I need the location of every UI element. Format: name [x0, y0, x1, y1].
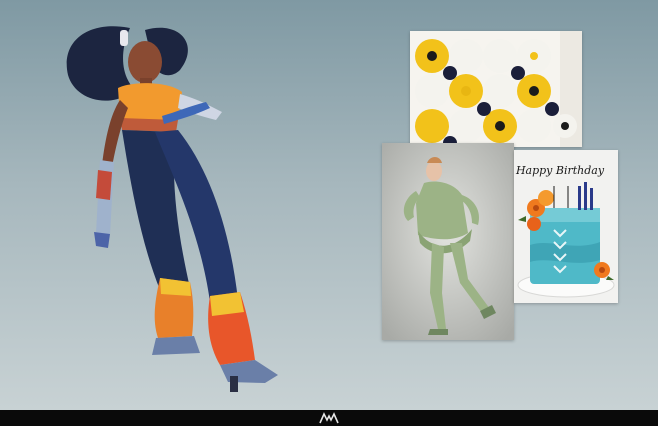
- fashion-model-photo[interactable]: [382, 143, 514, 340]
- cupcakes-photo[interactable]: [410, 31, 582, 147]
- bottom-bar: [0, 410, 658, 426]
- moodboard-canvas: Happy Birthday: [0, 0, 658, 410]
- birthday-cake-photo[interactable]: Happy Birthday: [514, 150, 618, 303]
- brand-logo-icon[interactable]: [319, 412, 339, 424]
- character-illustration[interactable]: [60, 20, 290, 395]
- cake-topper-text: Happy Birthday: [515, 164, 605, 177]
